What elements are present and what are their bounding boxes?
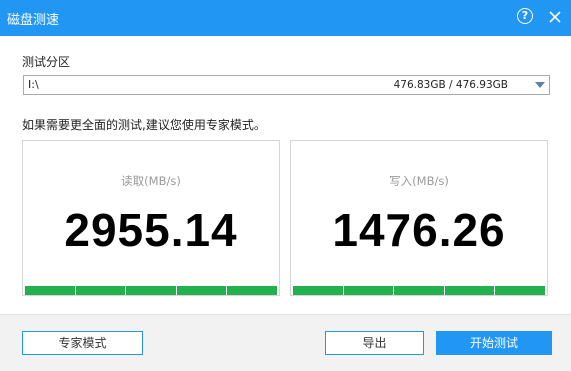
progress-segment bbox=[126, 286, 176, 295]
expert-hint: 如果需要更全面的测试,建议您使用专家模式。 bbox=[22, 118, 266, 132]
disk-speed-dialog: 磁盘测速 ? 测试分区 I:\ 476.83GB / 476.93GB 如果需要… bbox=[0, 0, 571, 371]
start-test-button[interactable]: 开始测试 bbox=[436, 331, 552, 355]
write-speed-label: 写入(MB/s) bbox=[389, 174, 449, 188]
help-icon[interactable]: ? bbox=[517, 8, 533, 24]
partition-label: 测试分区 bbox=[22, 55, 71, 69]
progress-segment bbox=[343, 286, 394, 295]
progress-segment bbox=[444, 286, 495, 295]
close-icon[interactable] bbox=[547, 9, 563, 25]
title-bar: 磁盘测速 ? bbox=[0, 0, 571, 36]
write-speed-value: 1476.26 bbox=[332, 204, 506, 256]
drive-letter: I:\ bbox=[28, 78, 39, 91]
read-speed-label: 读取(MB/s) bbox=[121, 174, 181, 188]
progress-segment bbox=[495, 286, 545, 295]
chevron-down-icon[interactable] bbox=[535, 82, 545, 88]
drive-capacity: 476.83GB / 476.93GB bbox=[393, 79, 508, 91]
progress-segment bbox=[293, 286, 343, 295]
progress-segment bbox=[394, 286, 444, 295]
read-speed-value: 2955.14 bbox=[64, 204, 238, 256]
progress-segment bbox=[227, 286, 277, 295]
progress-segment bbox=[75, 286, 126, 295]
partition-select[interactable]: I:\ 476.83GB / 476.93GB bbox=[23, 75, 550, 95]
write-speed-panel: 写入(MB/s) 1476.26 bbox=[290, 140, 548, 296]
window-title: 磁盘测速 bbox=[7, 13, 60, 28]
read-progress-bar bbox=[25, 286, 277, 295]
write-progress-bar bbox=[293, 286, 545, 295]
read-speed-panel: 读取(MB/s) 2955.14 bbox=[22, 140, 280, 296]
export-button[interactable]: 导出 bbox=[325, 331, 424, 355]
progress-segment bbox=[176, 286, 227, 295]
expert-mode-button[interactable]: 专家模式 bbox=[22, 331, 143, 355]
progress-segment bbox=[25, 286, 75, 295]
footer: 专家模式 导出 开始测试 bbox=[0, 314, 571, 371]
